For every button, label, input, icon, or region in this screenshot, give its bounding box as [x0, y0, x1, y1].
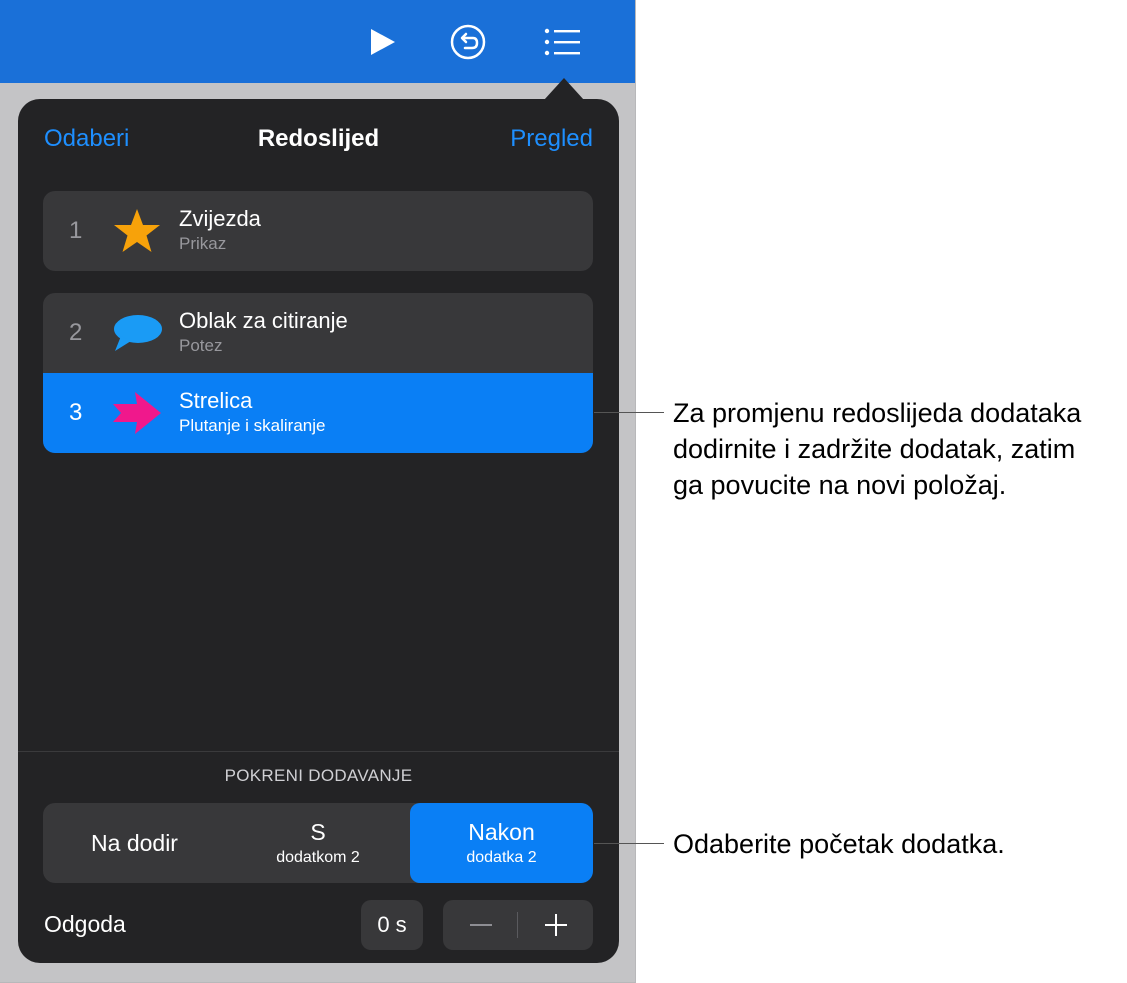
- segment-on-tap[interactable]: Na dodir: [43, 803, 226, 883]
- segment-label: S: [310, 819, 326, 845]
- undo-icon: [450, 24, 486, 60]
- segment-with-build[interactable]: S dodatkom 2: [226, 803, 410, 883]
- popover-arrow: [544, 78, 584, 100]
- preview-button[interactable]: Pregled: [510, 125, 593, 153]
- segment-label: Nakon: [468, 819, 535, 845]
- build-row-arrow[interactable]: 3 Strelica Plutanje i skaliranje: [43, 373, 593, 453]
- build-effect: Plutanje i skaliranje: [179, 416, 326, 435]
- build-number: 1: [69, 217, 83, 244]
- delay-label: Odgoda: [44, 911, 126, 937]
- build-number: 2: [69, 319, 83, 346]
- build-group-1: 1 Zvijezda Prikaz: [43, 191, 593, 271]
- build-name: Oblak za citiranje: [179, 308, 348, 333]
- build-group-2: 2 Oblak za citiranje Potez 3 Strelica Pl…: [43, 293, 593, 453]
- build-effect: Prikaz: [179, 234, 227, 253]
- delay-stepper: [443, 900, 593, 950]
- callout-start: Odaberite početak dodatka.: [673, 829, 1005, 859]
- callout-line-start: [594, 843, 664, 844]
- ipad-screen: Odaberi Redoslijed Pregled 1 Zvijezda Pr…: [0, 0, 636, 983]
- toolbar: [0, 0, 635, 83]
- section-divider: [18, 751, 619, 752]
- segment-after-build[interactable]: Nakon dodatka 2: [410, 803, 593, 883]
- build-row-speech-bubble[interactable]: 2 Oblak za citiranje Potez: [43, 293, 593, 373]
- list-icon: [544, 28, 580, 56]
- callout-reorder-line-1: Za promjenu redoslijeda dodataka: [673, 398, 1082, 428]
- callout-reorder: Za promjenu redoslijeda dodataka dodirni…: [673, 395, 1081, 503]
- callout-reorder-line-2: dodirnite i zadržite dodatak, zatim: [673, 434, 1076, 464]
- build-name: Strelica: [179, 388, 253, 413]
- build-number: 3: [69, 399, 83, 426]
- increment-button[interactable]: [518, 900, 593, 950]
- star-icon: [111, 207, 163, 255]
- play-icon: [371, 29, 395, 55]
- segment-sublabel: dodatka 2: [466, 849, 537, 866]
- play-button[interactable]: [360, 20, 404, 64]
- undo-button[interactable]: [446, 20, 490, 64]
- build-name: Zvijezda: [179, 206, 261, 231]
- start-build-segmented-control: Na dodir S dodatkom 2 Nakon dodatka 2: [43, 803, 593, 883]
- plus-icon: [544, 914, 567, 936]
- start-build-label: POKRENI DODAVANJE: [224, 766, 413, 785]
- build-effect: Potez: [179, 336, 223, 355]
- callout-reorder-line-3: ga povucite na novi položaj.: [673, 470, 1007, 500]
- arrow-icon: [111, 389, 163, 437]
- callout-line-reorder: [594, 412, 664, 413]
- build-order-popover: Odaberi Redoslijed Pregled 1 Zvijezda Pr…: [18, 99, 619, 963]
- delay-value-field[interactable]: 0 s: [361, 900, 423, 950]
- segment-sublabel: dodatkom 2: [276, 849, 360, 866]
- speech-bubble-icon: [111, 309, 163, 357]
- build-order-button[interactable]: [540, 20, 584, 64]
- build-row-star[interactable]: 1 Zvijezda Prikaz: [43, 191, 593, 271]
- decrement-button[interactable]: [443, 900, 518, 950]
- minus-icon: [469, 924, 492, 926]
- segment-label: Na dodir: [91, 829, 178, 856]
